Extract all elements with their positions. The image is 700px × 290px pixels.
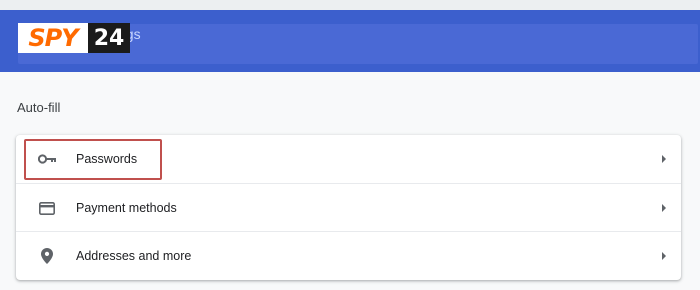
- spy24-logo: SPY 24: [18, 23, 130, 53]
- credit-card-icon: [38, 199, 56, 217]
- chevron-right-icon: [659, 251, 669, 261]
- addresses-label: Addresses and more: [76, 249, 192, 263]
- key-icon: [38, 150, 56, 168]
- logo-number-text: 24: [88, 23, 130, 53]
- autofill-card: Passwords Payment methods Addresses and …: [16, 135, 681, 280]
- passwords-label: Passwords: [76, 152, 138, 166]
- section-title: Auto-fill: [17, 100, 61, 115]
- logo-spy-text: SPY: [18, 23, 88, 53]
- top-strip: [0, 0, 700, 10]
- payment-methods-row[interactable]: Payment methods: [16, 183, 681, 232]
- location-pin-icon: [38, 247, 56, 265]
- payment-methods-label: Payment methods: [76, 201, 177, 215]
- addresses-row[interactable]: Addresses and more: [16, 231, 681, 280]
- chevron-right-icon: [659, 154, 669, 164]
- settings-page: ngs SPY 24 Auto-fill Passwords: [0, 0, 700, 290]
- chevron-right-icon: [659, 203, 669, 213]
- passwords-row[interactable]: Passwords: [16, 135, 681, 183]
